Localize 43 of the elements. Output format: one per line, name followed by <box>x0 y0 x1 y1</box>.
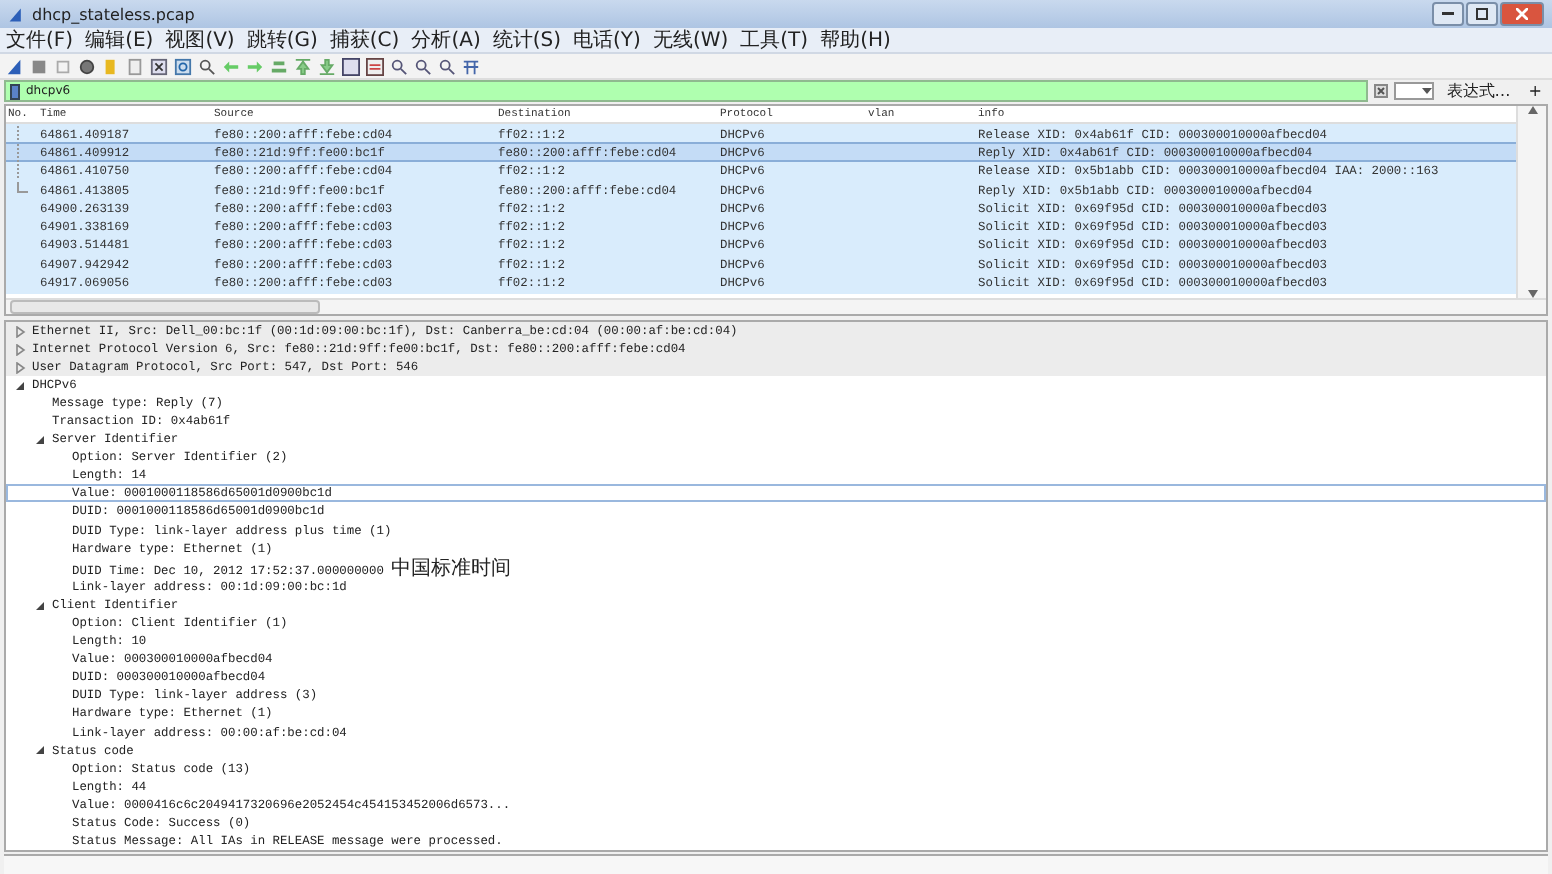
close-file-icon[interactable] <box>150 57 168 75</box>
scroll-up-icon[interactable] <box>1527 106 1537 114</box>
shark-fin-icon <box>8 5 24 23</box>
menu-item[interactable]: 跳转(G) <box>246 29 318 51</box>
zoom-in-icon[interactable] <box>390 57 408 75</box>
bookmark-icon[interactable] <box>10 83 20 99</box>
menu-item[interactable]: 视图(V) <box>165 29 235 51</box>
menu-item[interactable]: 编辑(E) <box>85 29 154 51</box>
vertical-scrollbar[interactable] <box>1516 106 1546 298</box>
stop-icon[interactable] <box>30 57 48 75</box>
menu-item[interactable]: 工具(T) <box>740 29 809 51</box>
horizontal-scrollbar[interactable] <box>6 298 1546 314</box>
menu-item[interactable]: 分析(A) <box>411 29 481 51</box>
reload-icon[interactable] <box>174 57 192 75</box>
menu-item[interactable]: 无线(W) <box>652 29 729 51</box>
menu-item[interactable]: 捕获(C) <box>329 29 400 51</box>
expanded-arrow-icon[interactable] <box>34 599 46 612</box>
file-icon[interactable] <box>126 57 144 75</box>
close-icon <box>1516 8 1528 20</box>
resize-columns-icon[interactable] <box>462 57 480 75</box>
expression-button[interactable]: 表达式… <box>1440 81 1517 101</box>
search-icon[interactable] <box>198 57 216 75</box>
dropdown-button[interactable] <box>1394 82 1435 100</box>
minimize-icon <box>1442 12 1454 16</box>
menu-item[interactable]: 电话(Y) <box>573 29 641 51</box>
window-title: dhcp_stateless.pcap <box>32 5 197 23</box>
add-button[interactable]: + <box>1522 81 1548 101</box>
collapsed-arrow-icon[interactable] <box>14 361 26 374</box>
colorize-icon[interactable] <box>366 57 384 75</box>
menu-item[interactable]: 文件(F) <box>6 29 74 51</box>
collapsed-arrow-icon[interactable] <box>14 343 26 356</box>
expanded-arrow-icon[interactable] <box>34 744 46 757</box>
menu-item[interactable]: 统计(S) <box>492 29 562 51</box>
minimize-button[interactable] <box>1432 2 1464 26</box>
clear-icon[interactable] <box>1374 84 1389 98</box>
expanded-arrow-icon[interactable] <box>34 433 46 446</box>
caret-icon <box>1422 87 1433 95</box>
close-button[interactable] <box>1500 2 1544 26</box>
expanded-arrow-icon[interactable] <box>14 379 26 392</box>
menu-item[interactable]: 帮助(H) <box>820 29 891 51</box>
restore-icon <box>1476 8 1488 20</box>
restore-button[interactable] <box>1466 2 1498 26</box>
collapsed-arrow-icon[interactable] <box>14 325 26 338</box>
